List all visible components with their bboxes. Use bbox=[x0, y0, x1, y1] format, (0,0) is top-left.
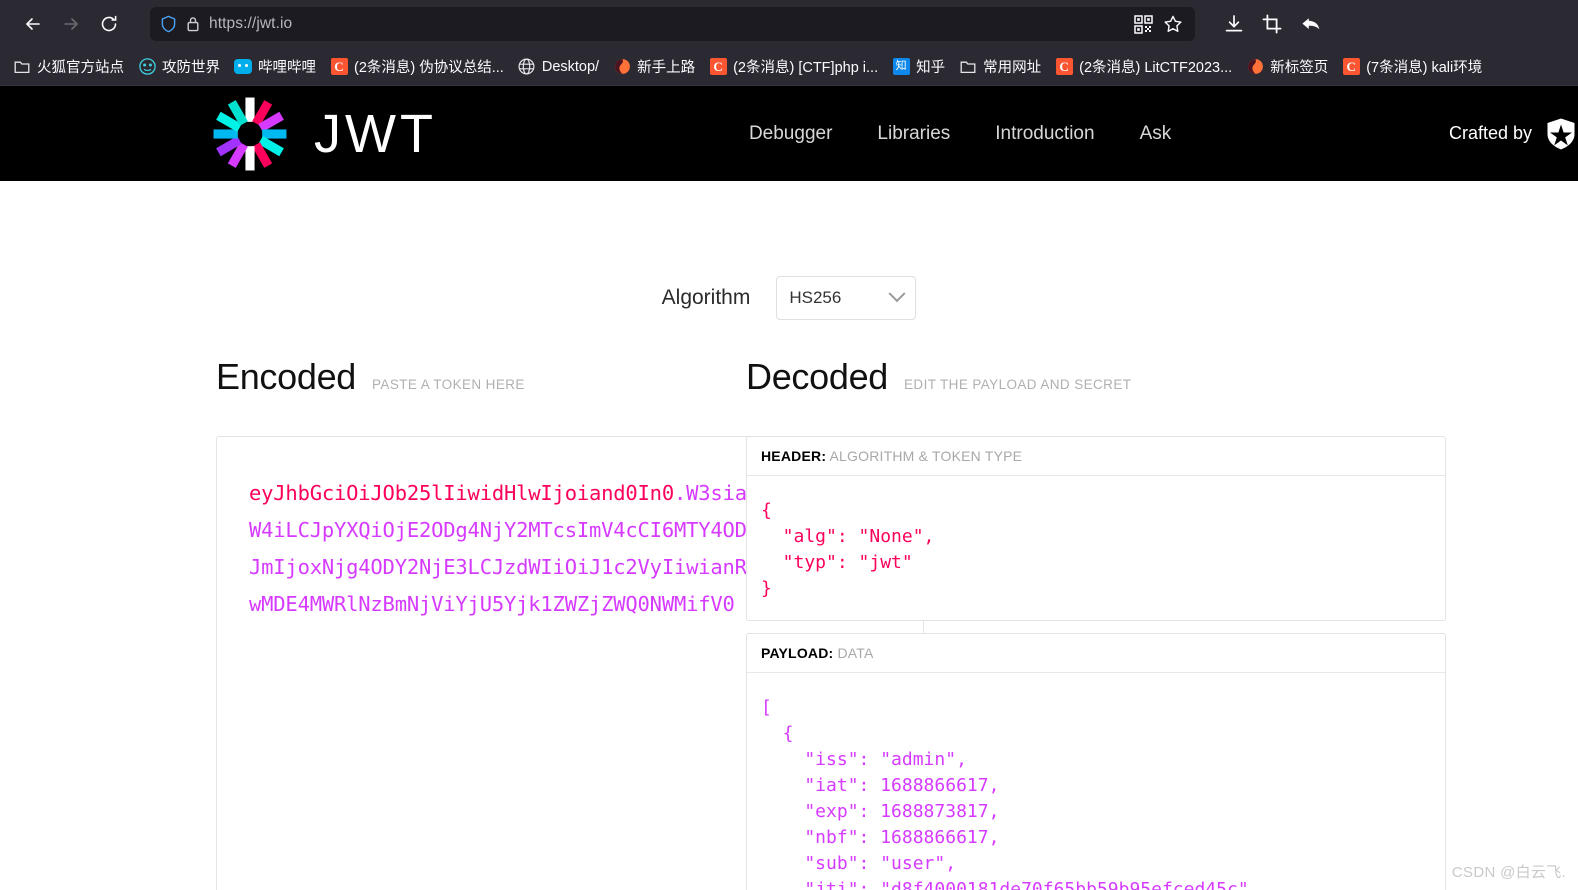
bookmark-item[interactable]: 知 知乎 bbox=[885, 52, 952, 81]
back-button[interactable] bbox=[14, 7, 52, 41]
encoded-subtitle: PASTE A TOKEN HERE bbox=[372, 377, 525, 392]
header-panel-label-rest: ALGORITHM & TOKEN TYPE bbox=[829, 448, 1023, 464]
payload-panel-label-bold: PAYLOAD: bbox=[761, 645, 834, 661]
payload-panel-label: PAYLOAD: DATA bbox=[747, 634, 1445, 673]
decoded-title: Decoded bbox=[746, 356, 889, 397]
bookmark-item[interactable]: C (2条消息) LitCTF2023... bbox=[1048, 52, 1239, 81]
bookmark-label: 火狐官方站点 bbox=[37, 60, 124, 76]
nav-link-libraries[interactable]: Libraries bbox=[877, 123, 950, 145]
folder-icon bbox=[13, 58, 31, 76]
browser-chrome: https://jwt.io 火狐官方站点 攻防世界 哔哩哔哩 C (2条消息)… bbox=[0, 0, 1578, 86]
bookmark-item[interactable]: 火狐官方站点 bbox=[6, 52, 131, 81]
main-nav: Debugger Libraries Introduction Ask bbox=[749, 123, 1171, 145]
bookmark-label: 知乎 bbox=[916, 60, 946, 76]
bookmark-label: 新手上路 bbox=[637, 60, 696, 76]
download-button[interactable] bbox=[1223, 13, 1245, 35]
bookmarks-bar: 火狐官方站点 攻防世界 哔哩哔哩 C (2条消息) 伪协议总结... Deskt… bbox=[0, 48, 1578, 86]
bookmark-item[interactable]: C (7条消息) kali环境 bbox=[1335, 52, 1489, 81]
jwt-page: Algorithm HS256 JWT Debugger Libraries I… bbox=[0, 86, 1578, 890]
payload-panel-content[interactable]: [ { "iss": "admin", "iat": 1688866617, "… bbox=[747, 673, 1445, 890]
bookmark-label: (7条消息) kali环境 bbox=[1366, 60, 1483, 76]
bookmark-label: 新标签页 bbox=[1270, 60, 1329, 76]
crafted-by-label: Crafted by bbox=[1448, 123, 1532, 143]
share-button[interactable] bbox=[1299, 13, 1323, 35]
chevron-down-icon bbox=[888, 285, 906, 303]
screenshot-button[interactable] bbox=[1261, 13, 1283, 35]
address-bar[interactable]: https://jwt.io bbox=[150, 7, 1195, 41]
reload-button[interactable] bbox=[90, 7, 128, 41]
globe-icon bbox=[518, 58, 536, 76]
csdn-icon: C bbox=[709, 58, 727, 76]
bilibili-icon bbox=[234, 58, 252, 76]
site-logo-text: JWT bbox=[314, 103, 437, 164]
nav-link-debugger[interactable]: Debugger bbox=[749, 123, 832, 145]
folder-icon bbox=[959, 58, 977, 76]
zhihu-icon: 知 bbox=[892, 58, 910, 76]
nav-link-introduction[interactable]: Introduction bbox=[995, 123, 1094, 145]
bookmark-item[interactable]: 常用网址 bbox=[952, 52, 1048, 81]
lock-icon[interactable] bbox=[186, 15, 200, 33]
bookmark-label: 攻防世界 bbox=[162, 60, 220, 76]
encoded-heading: Encoded PASTE A TOKEN HERE bbox=[216, 356, 745, 398]
reload-icon bbox=[99, 14, 119, 34]
bookmark-item[interactable]: 攻防世界 bbox=[131, 52, 227, 81]
forward-button[interactable] bbox=[52, 7, 90, 41]
site-logo[interactable]: JWT bbox=[212, 96, 437, 172]
site-icon bbox=[138, 58, 156, 76]
algorithm-label: Algorithm bbox=[661, 286, 751, 309]
csdn-icon: C bbox=[1342, 58, 1360, 76]
bookmark-item[interactable]: 哔哩哔哩 bbox=[227, 52, 323, 81]
header-panel-content[interactable]: { "alg": "None", "typ": "jwt" } bbox=[747, 476, 1445, 620]
firefox-icon bbox=[1246, 58, 1264, 76]
encoded-title: Encoded bbox=[216, 356, 357, 397]
decoded-column: Decoded EDIT THE PAYLOAD AND SECRET HEAD… bbox=[745, 356, 1578, 890]
bookmark-item[interactable]: Desktop/ bbox=[511, 54, 606, 80]
algorithm-select[interactable]: HS256 bbox=[776, 276, 917, 320]
bookmark-item[interactable]: 新标签页 bbox=[1239, 52, 1335, 81]
bookmark-item[interactable]: 新手上路 bbox=[606, 52, 702, 81]
algorithm-value: HS256 bbox=[789, 288, 842, 307]
nav-link-ask[interactable]: Ask bbox=[1140, 123, 1172, 145]
payload-panel: PAYLOAD: DATA [ { "iss": "admin", "iat":… bbox=[746, 633, 1446, 890]
csdn-icon: C bbox=[1055, 58, 1073, 76]
header-panel-label-bold: HEADER: bbox=[761, 448, 827, 464]
auth0-logo-icon bbox=[1544, 117, 1578, 151]
back-arrow-icon bbox=[23, 14, 43, 34]
star-icon[interactable] bbox=[1163, 14, 1183, 34]
csdn-icon: C bbox=[330, 58, 348, 76]
token-header-segment: eyJhbGciOiJOb25lIiwidHlwIjoiand0In0 bbox=[249, 481, 674, 505]
browser-nav-bar: https://jwt.io bbox=[0, 0, 1578, 48]
encoded-column: Encoded PASTE A TOKEN HERE eyJhbGciOiJOb… bbox=[0, 356, 924, 890]
bookmark-label: (2条消息) LitCTF2023... bbox=[1079, 60, 1233, 76]
header-panel: HEADER: ALGORITHM & TOKEN TYPE { "alg": … bbox=[746, 436, 1446, 621]
url-text[interactable]: https://jwt.io bbox=[209, 15, 1125, 33]
forward-arrow-icon bbox=[61, 14, 81, 34]
crafted-by[interactable]: Crafted by bbox=[1449, 117, 1578, 151]
jwt-pinwheel-icon bbox=[212, 96, 288, 172]
bookmark-label: 哔哩哔哩 bbox=[258, 60, 316, 76]
bookmark-label: (2条消息) 伪协议总结... bbox=[354, 60, 504, 76]
site-header: JWT Debugger Libraries Introduction Ask … bbox=[0, 86, 1578, 181]
token-separator: . bbox=[673, 481, 687, 505]
decoded-subtitle: EDIT THE PAYLOAD AND SECRET bbox=[904, 377, 1132, 392]
firefox-icon bbox=[613, 58, 631, 76]
csdn-watermark: CSDN @白云飞. bbox=[1451, 864, 1566, 881]
qr-code-icon[interactable] bbox=[1134, 14, 1153, 34]
shield-icon[interactable] bbox=[160, 15, 177, 33]
bookmark-label: 常用网址 bbox=[983, 60, 1042, 76]
bookmark-label: Desktop/ bbox=[541, 58, 600, 75]
header-panel-label: HEADER: ALGORITHM & TOKEN TYPE bbox=[747, 437, 1445, 476]
algorithm-row: Algorithm HS256 bbox=[0, 276, 1578, 320]
bookmark-item[interactable]: C (2条消息) 伪协议总结... bbox=[323, 52, 511, 81]
payload-panel-label-rest: DATA bbox=[837, 645, 874, 661]
bookmark-item[interactable]: C (2条消息) [CTF]php i... bbox=[702, 52, 885, 81]
bookmark-label: (2条消息) [CTF]php i... bbox=[733, 60, 879, 76]
debugger-columns: Encoded PASTE A TOKEN HERE eyJhbGciOiJOb… bbox=[0, 356, 1578, 890]
decoded-heading: Decoded EDIT THE PAYLOAD AND SECRET bbox=[746, 356, 1578, 398]
